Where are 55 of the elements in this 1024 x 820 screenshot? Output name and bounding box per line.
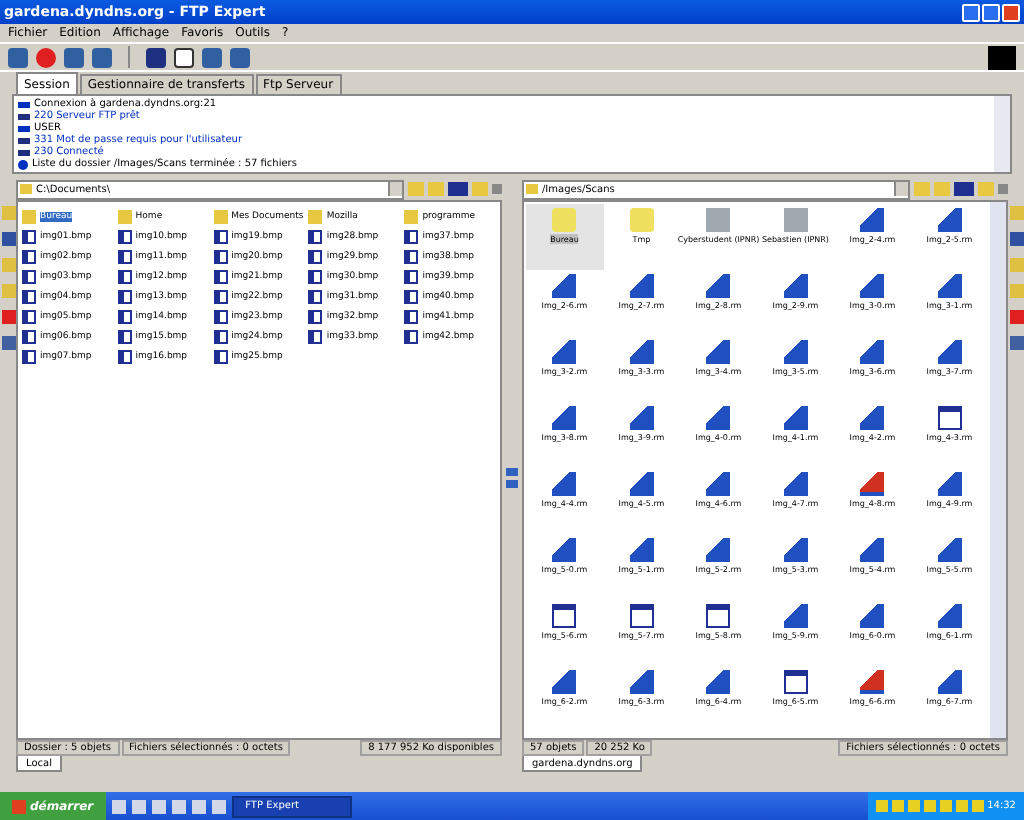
image-file-icon	[860, 406, 885, 430]
image-file-icon	[706, 472, 731, 496]
image-file-icon	[783, 538, 808, 562]
image-file-icon	[706, 538, 731, 562]
image-file-icon	[860, 604, 885, 628]
minimize-button[interactable]	[962, 3, 980, 21]
image-file-icon	[552, 274, 577, 298]
window-icon[interactable]	[174, 47, 194, 67]
image-file-icon	[706, 670, 731, 694]
image-file-icon	[783, 274, 808, 298]
image-file-icon	[629, 274, 654, 298]
image-file-icon	[629, 406, 654, 430]
image-file-icon	[629, 670, 654, 694]
image-file-icon	[937, 472, 962, 496]
image-file-icon	[783, 340, 808, 364]
image-file-icon	[552, 472, 577, 496]
image-file-icon	[706, 274, 731, 298]
close-button[interactable]	[1002, 3, 1020, 21]
image-file-icon	[783, 472, 808, 496]
image-file-icon	[629, 472, 654, 496]
document-icon	[783, 208, 808, 232]
window-icon	[706, 604, 731, 628]
window-icon	[629, 604, 654, 628]
image-file-icon	[552, 538, 577, 562]
window-icon	[937, 406, 962, 430]
image-file-icon	[937, 604, 962, 628]
image-file-icon	[629, 340, 654, 364]
info-icon	[18, 159, 28, 169]
window-icon	[783, 670, 808, 694]
warning-file-icon	[860, 670, 885, 694]
document-icon	[706, 208, 731, 232]
image-file-icon	[629, 538, 654, 562]
image-file-icon	[860, 340, 885, 364]
image-file-icon	[937, 340, 962, 364]
image-file-icon	[860, 274, 885, 298]
image-file-icon	[937, 274, 962, 298]
image-file-icon	[937, 208, 962, 232]
warning-file-icon	[860, 472, 885, 496]
stop-icon[interactable]	[36, 47, 56, 67]
windows-flag-icon	[12, 799, 26, 813]
image-file-icon	[706, 406, 731, 430]
image-file-icon	[783, 604, 808, 628]
window-icon	[552, 604, 577, 628]
image-file-icon	[552, 670, 577, 694]
image-file-icon	[937, 670, 962, 694]
image-file-icon	[937, 538, 962, 562]
scrollbar[interactable]	[990, 202, 1006, 738]
image-file-icon	[552, 340, 577, 364]
scrollbar[interactable]	[994, 96, 1010, 172]
image-file-icon	[706, 340, 731, 364]
image-file-icon	[860, 538, 885, 562]
image-file-icon	[783, 406, 808, 430]
image-file-icon	[552, 406, 577, 430]
image-file-icon	[860, 208, 885, 232]
maximize-button[interactable]	[982, 3, 1000, 21]
